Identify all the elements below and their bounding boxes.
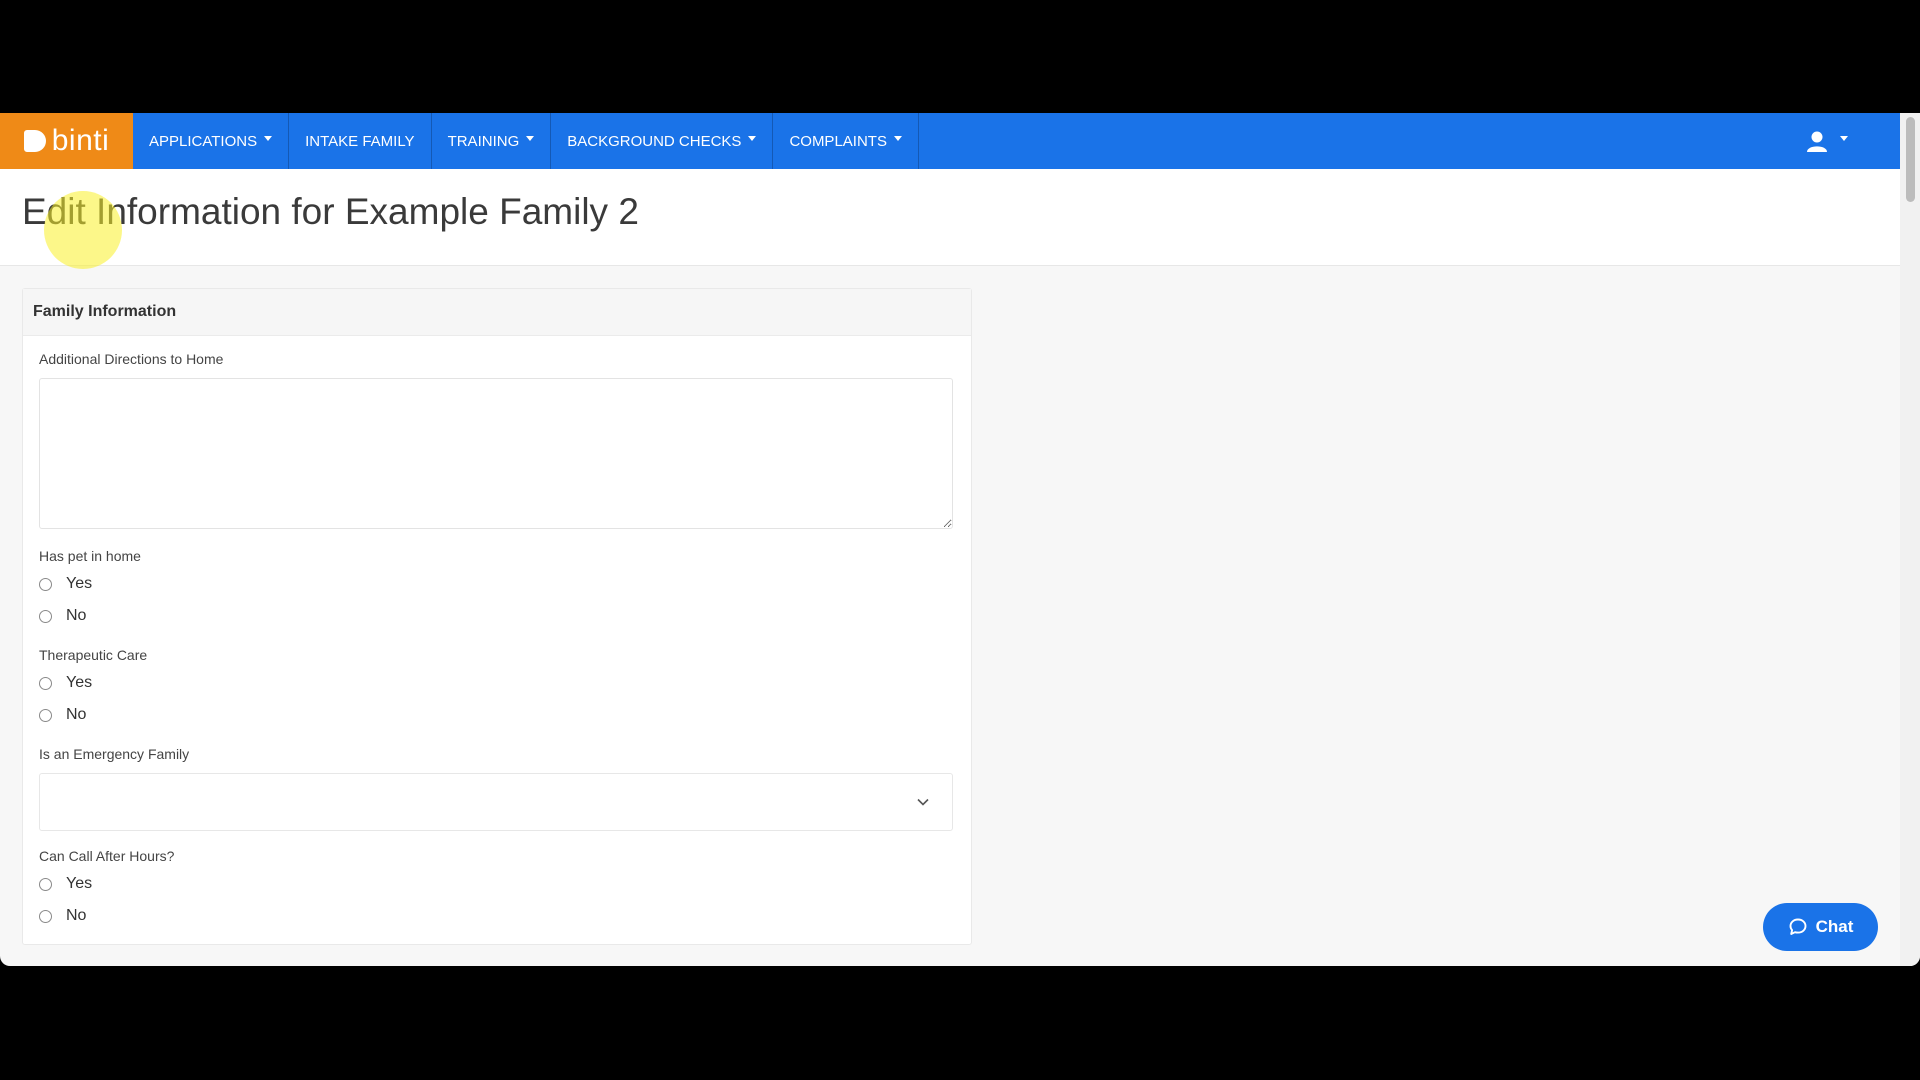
scrollbar-thumb[interactable] — [1906, 117, 1915, 202]
radio-circle-icon — [39, 676, 52, 690]
emergency-family-label: Is an Emergency Family — [39, 746, 190, 762]
caret-down-icon — [1840, 135, 1848, 141]
emergency-family-select[interactable] — [39, 773, 953, 831]
radio-circle-icon — [39, 909, 52, 923]
call-after-hours-no-radio[interactable]: No — [39, 907, 86, 925]
nav-training[interactable]: TRAINING — [432, 113, 552, 169]
call-after-hours-yes-radio[interactable]: Yes — [39, 875, 92, 893]
caret-down-icon — [526, 135, 535, 141]
radio-circle-icon — [39, 577, 52, 591]
radio-label: No — [66, 607, 87, 624]
therapeutic-care-label: Therapeutic Care — [39, 647, 148, 663]
app-viewport: binti APPLICATIONS INTAKE FAMILY TRAININ… — [0, 113, 1920, 966]
nav-background-checks-label: BACKGROUND CHECKS — [567, 132, 742, 150]
page-scrollbar[interactable] — [1900, 113, 1920, 966]
chat-bubble-icon — [1789, 918, 1807, 935]
chat-button[interactable]: Chat — [1763, 903, 1878, 951]
radio-label: Yes — [66, 875, 93, 892]
nav-background-checks[interactable]: BACKGROUND CHECKS — [551, 113, 774, 169]
caret-down-icon — [264, 135, 273, 141]
card-header: Family Information — [23, 289, 971, 336]
page-title: Edit Information for Example Family 2 — [22, 191, 639, 232]
caret-down-icon — [893, 135, 902, 141]
binti-logo[interactable]: binti — [0, 113, 133, 169]
brand-name: binti — [51, 124, 110, 157]
nav-intake-family-label: INTAKE FAMILY — [305, 132, 415, 150]
radio-label: No — [66, 907, 87, 924]
binti-logo-mark-icon — [23, 130, 46, 152]
nav-training-label: TRAINING — [447, 132, 520, 150]
nav-complaints[interactable]: COMPLAINTS — [773, 113, 919, 169]
section-title: Family Information — [33, 303, 177, 320]
page-header: Edit Information for Example Family 2 — [0, 169, 1900, 266]
directions-textarea[interactable] — [39, 378, 953, 529]
nav-applications[interactable]: APPLICATIONS — [133, 113, 290, 169]
radio-label: No — [66, 706, 87, 723]
radio-circle-icon — [39, 708, 52, 722]
radio-label: Yes — [66, 674, 93, 691]
has-pet-yes-radio[interactable]: Yes — [39, 575, 92, 593]
radio-label: Yes — [66, 575, 93, 592]
nav-applications-label: APPLICATIONS — [149, 132, 258, 150]
directions-label: Additional Directions to Home — [39, 351, 224, 367]
radio-circle-icon — [39, 609, 52, 623]
has-pet-no-radio[interactable]: No — [39, 607, 86, 625]
radio-circle-icon — [39, 877, 52, 891]
therapeutic-care-yes-radio[interactable]: Yes — [39, 674, 92, 692]
nav-intake-family[interactable]: INTAKE FAMILY — [289, 113, 432, 169]
top-navbar: binti APPLICATIONS INTAKE FAMILY TRAININ… — [0, 113, 1900, 169]
user-menu[interactable] — [1805, 113, 1848, 169]
therapeutic-care-no-radio[interactable]: No — [39, 706, 86, 724]
chat-label: Chat — [1815, 917, 1854, 936]
chevron-down-icon — [917, 798, 929, 806]
has-pet-label: Has pet in home — [39, 548, 141, 564]
call-after-hours-label: Can Call After Hours? — [39, 848, 175, 864]
nav-complaints-label: COMPLAINTS — [789, 132, 887, 150]
family-information-card: Family Information Additional Directions… — [22, 288, 972, 945]
caret-down-icon — [748, 135, 757, 141]
user-icon — [1807, 131, 1827, 152]
